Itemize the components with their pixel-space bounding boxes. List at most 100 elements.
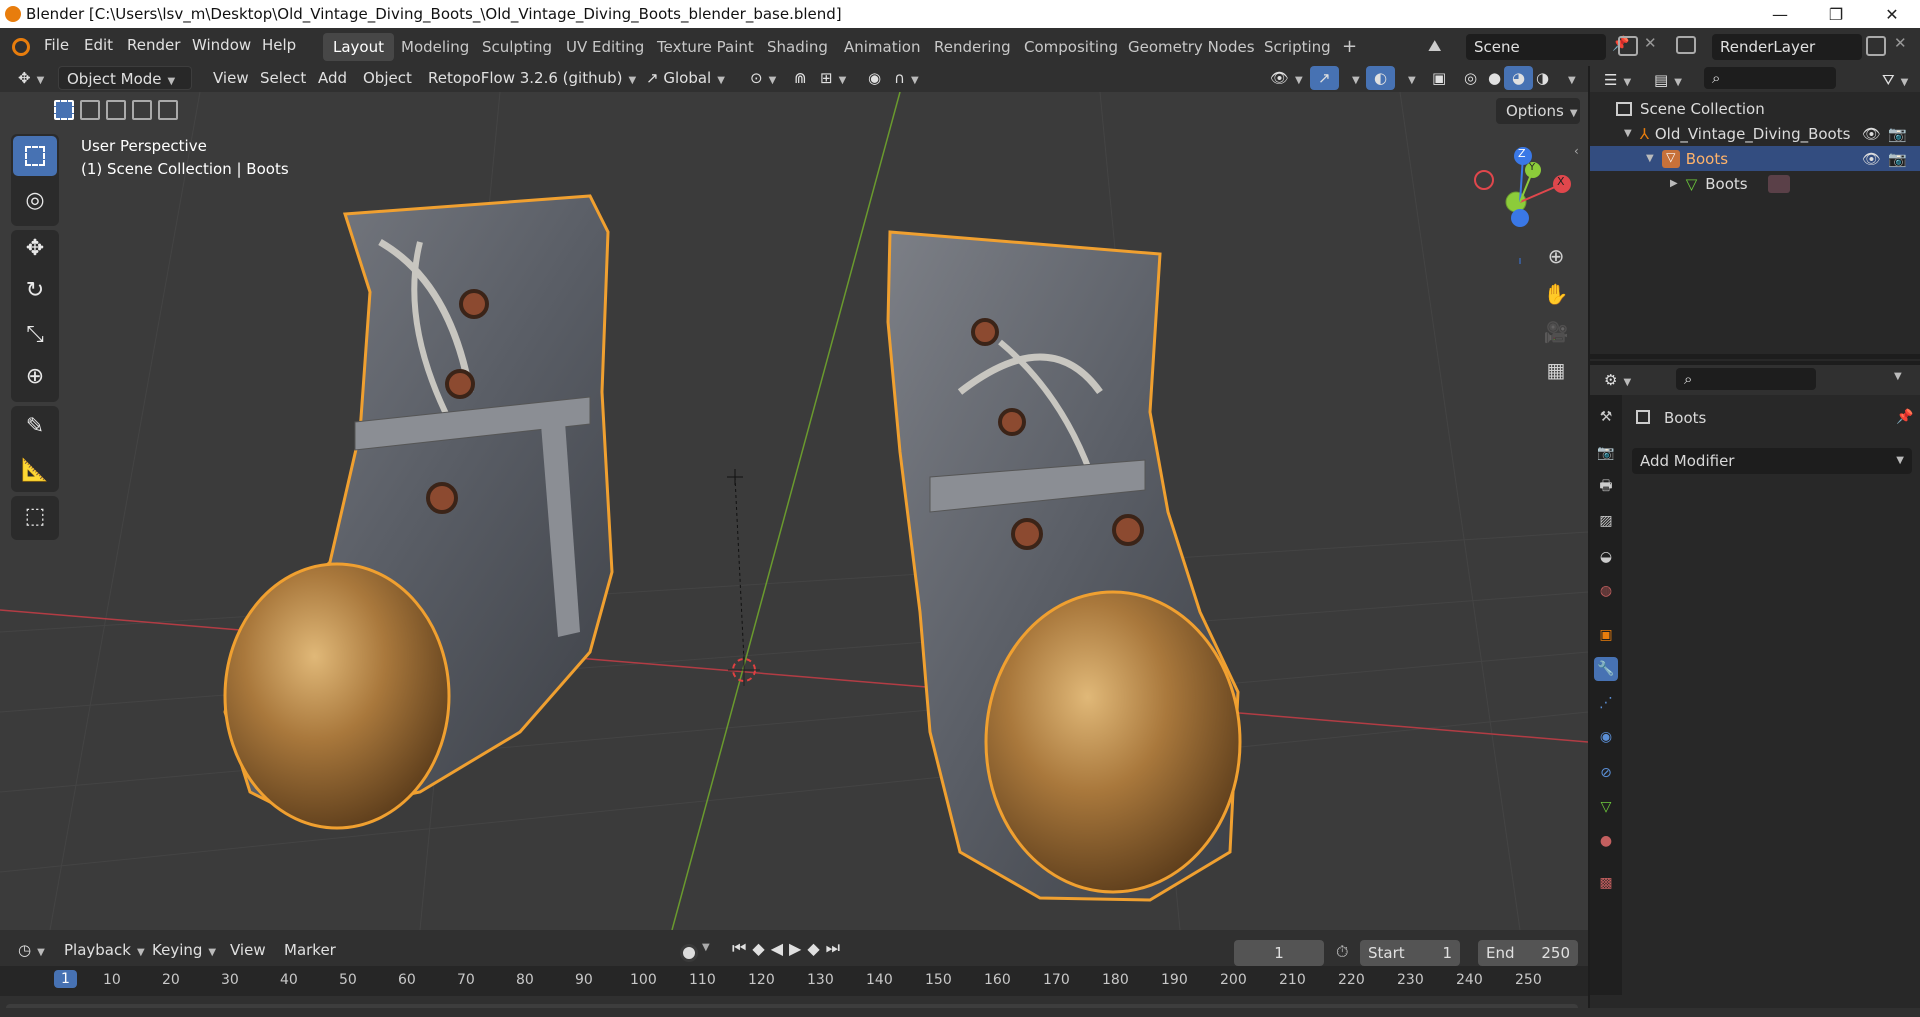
- visibility-button[interactable]: 👁 ▼: [1262, 66, 1311, 90]
- scale-tool[interactable]: ⤡: [13, 314, 57, 354]
- particles-tab-icon[interactable]: ⋰: [1594, 691, 1618, 715]
- new-scene-icon[interactable]: [1618, 36, 1638, 56]
- gizmo-toggle[interactable]: ↗: [1310, 66, 1339, 90]
- menu-view[interactable]: View: [205, 66, 257, 90]
- outliner-scene-collection[interactable]: Scene Collection: [1590, 96, 1920, 121]
- tab-modeling[interactable]: Modeling: [391, 33, 479, 61]
- world-tab-icon[interactable]: ◍: [1594, 579, 1618, 603]
- texture-tab-icon[interactable]: ▩: [1594, 871, 1618, 895]
- properties-search-field[interactable]: ⌕: [1676, 368, 1816, 390]
- right-boot-mesh[interactable]: [886, 230, 1242, 902]
- record-button[interactable]: [680, 944, 698, 962]
- addon-menu[interactable]: RetopoFlow 3.2.6 (github) ▼: [420, 66, 644, 90]
- add-cube-tool[interactable]: ⬚: [13, 496, 57, 536]
- jump-start-icon[interactable]: ⏮: [732, 938, 746, 958]
- playback-menu[interactable]: Playback ▼: [56, 938, 153, 962]
- visibility-eye-icon[interactable]: 👁: [1862, 125, 1881, 143]
- menu-help[interactable]: Help: [262, 36, 296, 54]
- constraints-tab-icon[interactable]: ⊘: [1594, 761, 1618, 785]
- marker-menu[interactable]: Marker: [276, 938, 344, 962]
- pan-button[interactable]: ✋: [1538, 276, 1574, 312]
- view-layer-tab-icon[interactable]: ▨: [1594, 509, 1618, 533]
- render-tab-icon[interactable]: 📷: [1594, 441, 1618, 465]
- object-tab-icon[interactable]: ▣: [1594, 623, 1618, 647]
- display-mode-button[interactable]: ▤ ▼: [1646, 68, 1690, 92]
- scene-name-field[interactable]: Scene: [1466, 34, 1606, 60]
- end-frame-field[interactable]: End 250: [1478, 940, 1578, 966]
- data-tab-icon[interactable]: ▽: [1594, 795, 1618, 819]
- expand-arrow-icon[interactable]: ▼: [1646, 153, 1654, 164]
- xray-toggle[interactable]: ▣: [1424, 66, 1454, 90]
- output-tab-icon[interactable]: 🖶: [1594, 475, 1618, 499]
- tab-sculpting[interactable]: Sculpting: [472, 33, 562, 61]
- render-camera-icon[interactable]: 📷: [1888, 125, 1907, 143]
- properties-options-icon[interactable]: ▼: [1894, 371, 1902, 382]
- modifier-tab-icon[interactable]: 🔧: [1594, 657, 1618, 681]
- select-invert-icon[interactable]: [132, 100, 152, 120]
- filter-button[interactable]: ⛛ ▼: [1874, 68, 1916, 92]
- delete-scene-icon[interactable]: ✕: [1644, 34, 1657, 52]
- annotate-tool[interactable]: ✎: [13, 406, 57, 446]
- start-frame-field[interactable]: Start 1: [1360, 940, 1460, 966]
- delete-view-layer-icon[interactable]: ✕: [1894, 34, 1907, 52]
- menu-file[interactable]: File: [44, 36, 69, 54]
- timeline-view-menu[interactable]: View: [222, 938, 274, 962]
- outliner-object-row[interactable]: ▼ ▽ Boots 👁 📷: [1590, 146, 1920, 171]
- select-box-tool[interactable]: [13, 136, 57, 176]
- mode-dropdown[interactable]: Object Mode ▼: [58, 66, 192, 90]
- menu-render[interactable]: Render: [127, 36, 180, 54]
- outliner-collection-row[interactable]: ▼ ⅄ Old_Vintage_Diving_Boots 👁 📷: [1590, 121, 1920, 146]
- snap-toggle[interactable]: ⋒: [786, 66, 815, 90]
- measure-tool[interactable]: 📐: [13, 450, 57, 490]
- prev-keyframe-icon[interactable]: ◆: [752, 939, 764, 958]
- ortho-toggle-button[interactable]: ▦: [1538, 352, 1574, 388]
- maximize-button[interactable]: ❐: [1808, 0, 1864, 28]
- cursor-tool[interactable]: ◎: [13, 180, 57, 220]
- menu-add[interactable]: Add: [310, 66, 355, 90]
- collapse-arrow-icon[interactable]: ▶: [1670, 178, 1678, 189]
- material-icon[interactable]: [1767, 174, 1790, 193]
- timeline-editor-type[interactable]: ◷ ▼: [10, 938, 53, 962]
- tab-scripting[interactable]: Scripting: [1254, 33, 1341, 61]
- new-view-layer-icon[interactable]: [1866, 36, 1886, 56]
- blender-menu-icon[interactable]: [12, 38, 30, 56]
- properties-editor-type[interactable]: ⚙ ▼: [1596, 368, 1639, 392]
- outliner-mesh-row[interactable]: ▶ ▽ Boots: [1590, 171, 1920, 196]
- record-options-icon[interactable]: ▼: [702, 942, 710, 953]
- shading-options-button[interactable]: ▼: [1554, 66, 1584, 90]
- 3d-viewport[interactable]: User Perspective (1) Scene Collection | …: [0, 92, 1588, 930]
- tab-rendering[interactable]: Rendering: [924, 33, 1021, 61]
- current-frame-field[interactable]: 1: [1234, 940, 1324, 966]
- tab-animation[interactable]: Animation: [834, 33, 930, 61]
- zoom-button[interactable]: ⊕: [1538, 238, 1574, 274]
- minimize-button[interactable]: —: [1752, 0, 1808, 28]
- editor-type-button[interactable]: ✥ ▼: [10, 66, 52, 90]
- menu-select[interactable]: Select: [252, 66, 314, 90]
- tool-tab-icon[interactable]: ⚒: [1594, 405, 1618, 429]
- tab-compositing[interactable]: Compositing: [1014, 33, 1128, 61]
- close-button[interactable]: ✕: [1864, 0, 1920, 28]
- shading-rendered-button[interactable]: ◑: [1528, 66, 1557, 90]
- tab-texture-paint[interactable]: Texture Paint: [647, 33, 764, 61]
- select-subtract-icon[interactable]: [106, 100, 126, 120]
- tab-shading[interactable]: Shading: [757, 33, 838, 61]
- snap-target-button[interactable]: ⊞ ▼: [812, 66, 854, 90]
- keying-menu[interactable]: Keying ▼: [144, 938, 224, 962]
- rotate-tool[interactable]: ↻: [13, 270, 57, 310]
- scene-tab-icon[interactable]: ◒: [1594, 545, 1618, 569]
- physics-tab-icon[interactable]: ◉: [1594, 725, 1618, 749]
- menu-edit[interactable]: Edit: [84, 36, 113, 54]
- menu-window[interactable]: Window: [192, 36, 251, 54]
- view-layer-field[interactable]: RenderLayer: [1712, 34, 1862, 60]
- pin-icon[interactable]: 📌: [1896, 409, 1913, 425]
- expand-arrow-icon[interactable]: ▼: [1624, 128, 1632, 139]
- visibility-eye-icon[interactable]: 👁: [1862, 150, 1881, 168]
- sidebar-toggle-icon[interactable]: ‹: [1574, 144, 1579, 158]
- select-intersect-icon[interactable]: [158, 100, 178, 120]
- move-tool[interactable]: ✥: [13, 228, 57, 268]
- overlay-toggle[interactable]: ◐: [1366, 66, 1396, 90]
- transform-tool[interactable]: ⊕: [13, 356, 57, 396]
- stopwatch-icon[interactable]: ⏱: [1336, 942, 1348, 962]
- falloff-button[interactable]: ∩ ▼: [886, 66, 927, 90]
- jump-end-icon[interactable]: ⏭: [826, 938, 840, 958]
